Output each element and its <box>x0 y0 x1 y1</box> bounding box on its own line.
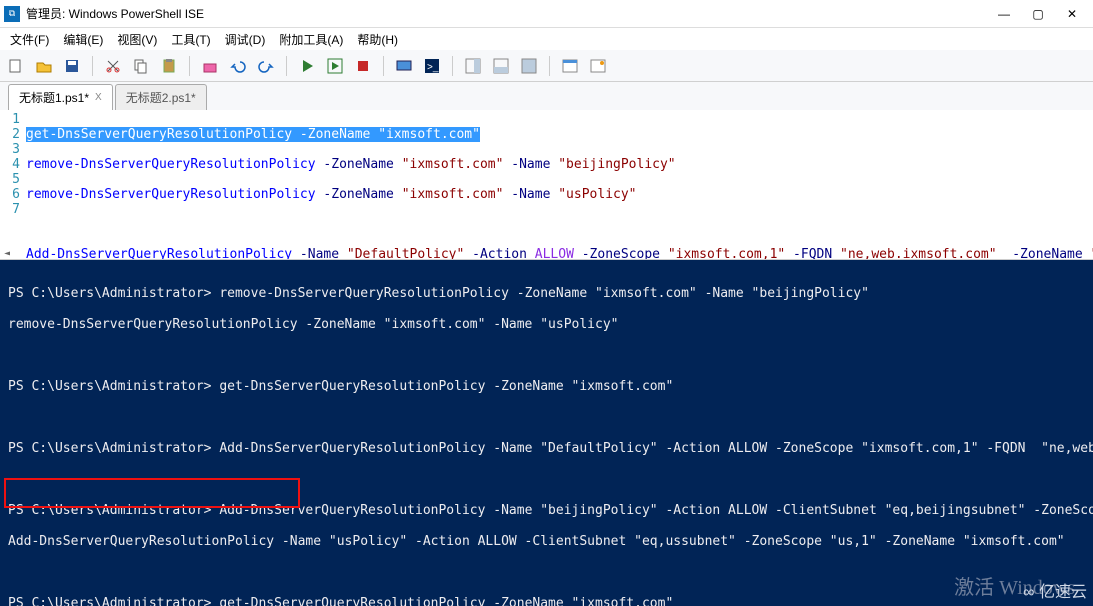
tab-active[interactable]: 无标题1.ps1* X <box>8 84 113 110</box>
run-selection-icon[interactable] <box>323 54 347 78</box>
window-title: 管理员: Windows PowerShell ISE <box>26 5 987 22</box>
toolbar: >_ <box>0 50 1093 82</box>
tab-label: 无标题1.ps1* <box>19 89 89 106</box>
minimize-button[interactable]: — <box>987 3 1021 25</box>
script-editor[interactable]: 1234567 get-DnsServerQueryResolutionPoli… <box>0 110 1093 260</box>
layout-bottom-icon[interactable] <box>489 54 513 78</box>
command-addon-icon[interactable] <box>558 54 582 78</box>
code-area[interactable]: get-DnsServerQueryResolutionPolicy -Zone… <box>26 110 1093 259</box>
title-bar: ⧉ 管理员: Windows PowerShell ISE — ▢ ✕ <box>0 0 1093 28</box>
cut-icon[interactable] <box>101 54 125 78</box>
menu-view[interactable]: 视图(V) <box>111 29 163 50</box>
menu-tools[interactable]: 工具(T) <box>165 29 216 50</box>
run-icon[interactable] <box>295 54 319 78</box>
open-icon[interactable] <box>32 54 56 78</box>
app-icon: ⧉ <box>4 6 20 22</box>
scroll-left-icon[interactable]: ◄ <box>4 248 10 259</box>
corner-logo: ∞ 亿速云 <box>1023 585 1087 601</box>
menu-help[interactable]: 帮助(H) <box>351 29 404 50</box>
tab-inactive[interactable]: 无标题2.ps1* <box>115 84 207 110</box>
maximize-button[interactable]: ▢ <box>1021 3 1055 25</box>
console-line: PS C:\Users\Administrator> Add-DnsServer… <box>8 503 1085 519</box>
svg-text:>_: >_ <box>427 62 439 73</box>
menu-bar: 文件(F) 编辑(E) 视图(V) 工具(T) 调试(D) 附加工具(A) 帮助… <box>0 28 1093 50</box>
console-line: PS C:\Users\Administrator> Add-DnsServer… <box>8 441 1085 457</box>
console-line: PS C:\Users\Administrator> get-DnsServer… <box>8 596 1085 606</box>
stop-icon[interactable] <box>351 54 375 78</box>
show-command-icon[interactable] <box>586 54 610 78</box>
new-remote-icon[interactable] <box>392 54 416 78</box>
paste-icon[interactable] <box>157 54 181 78</box>
console-line: PS C:\Users\Administrator> remove-DnsSer… <box>8 286 1085 302</box>
layout-right-icon[interactable] <box>461 54 485 78</box>
console-line: remove-DnsServerQueryResolutionPolicy -Z… <box>8 317 1085 333</box>
console-line: Add-DnsServerQueryResolutionPolicy -Name… <box>8 534 1085 550</box>
new-icon[interactable] <box>4 54 28 78</box>
redo-icon[interactable] <box>254 54 278 78</box>
save-icon[interactable] <box>60 54 84 78</box>
tab-close-icon[interactable]: X <box>95 92 102 103</box>
console-line: PS C:\Users\Administrator> get-DnsServer… <box>8 379 1085 395</box>
undo-icon[interactable] <box>226 54 250 78</box>
layout-max-icon[interactable] <box>517 54 541 78</box>
console-pane[interactable]: PS C:\Users\Administrator> remove-DnsSer… <box>0 260 1093 606</box>
clear-icon[interactable] <box>198 54 222 78</box>
menu-edit[interactable]: 编辑(E) <box>57 29 109 50</box>
tab-label: 无标题2.ps1* <box>126 89 196 106</box>
copy-icon[interactable] <box>129 54 153 78</box>
close-button[interactable]: ✕ <box>1055 3 1089 25</box>
menu-addons[interactable]: 附加工具(A) <box>273 29 349 50</box>
line-gutter: 1234567 <box>0 110 26 259</box>
menu-debug[interactable]: 调试(D) <box>219 29 272 50</box>
menu-file[interactable]: 文件(F) <box>4 29 55 50</box>
powershell-icon[interactable]: >_ <box>420 54 444 78</box>
editor-tabs: 无标题1.ps1* X 无标题2.ps1* <box>0 82 1093 110</box>
